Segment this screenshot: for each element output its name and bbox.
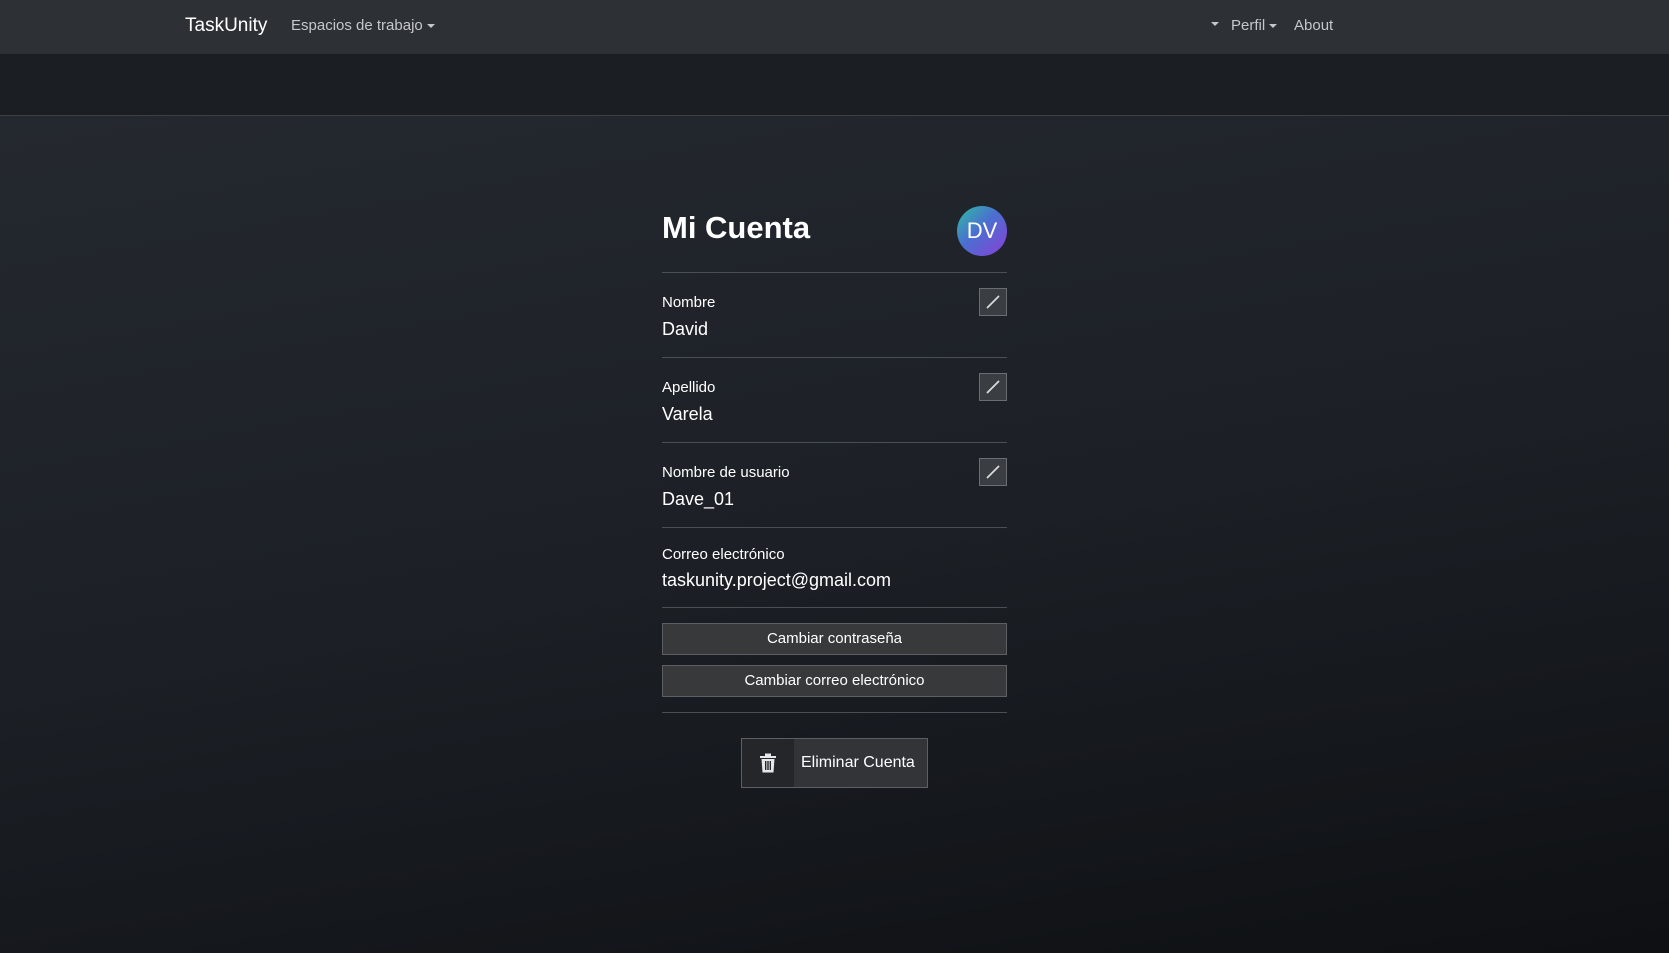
caret-down-icon xyxy=(426,23,435,28)
field-value: Varela xyxy=(662,404,713,424)
field-value: taskunity.project@gmail.com xyxy=(662,570,892,590)
delete-account-button[interactable]: Eliminar Cuenta xyxy=(741,738,928,788)
top-navbar: TaskUnity Espacios de trabajo Perfil Abo… xyxy=(0,0,1669,54)
pencil-icon xyxy=(986,380,1000,394)
account-card: Mi Cuenta DV Nombre David Apellido Varel… xyxy=(662,200,1007,788)
secondary-bar xyxy=(0,54,1669,116)
delete-account-wrapper: Eliminar Cuenta xyxy=(662,738,1007,788)
field-value: Dave_01 xyxy=(662,489,735,509)
field-last-name: Apellido Varela xyxy=(662,358,1007,443)
brand-logo[interactable]: TaskUnity xyxy=(185,15,267,37)
page-title: Mi Cuenta xyxy=(662,210,811,245)
unlabeled-dropdown[interactable] xyxy=(1207,22,1219,26)
pencil-icon xyxy=(986,465,1000,479)
avatar: DV xyxy=(957,206,1007,256)
change-email-button[interactable]: Cambiar correo electrónico xyxy=(662,665,1007,697)
account-actions: Cambiar contraseña Cambiar correo electr… xyxy=(662,608,1007,713)
workspaces-dropdown[interactable]: Espacios de trabajo xyxy=(291,17,435,34)
delete-icon-box xyxy=(742,739,794,787)
profile-dropdown[interactable]: Perfil xyxy=(1231,17,1278,34)
field-email: Correo electrónico taskunity.project@gma… xyxy=(662,528,1007,608)
field-label: Correo electrónico xyxy=(662,546,785,563)
field-label: Nombre de usuario xyxy=(662,464,790,481)
edit-first-name-button[interactable] xyxy=(979,288,1007,316)
edit-username-button[interactable] xyxy=(979,458,1007,486)
pencil-icon xyxy=(986,295,1000,309)
account-header: Mi Cuenta DV xyxy=(662,200,1007,273)
field-username: Nombre de usuario Dave_01 xyxy=(662,443,1007,528)
change-password-button[interactable]: Cambiar contraseña xyxy=(662,623,1007,655)
edit-last-name-button[interactable] xyxy=(979,373,1007,401)
caret-down-icon xyxy=(1211,22,1219,26)
caret-down-icon xyxy=(1269,23,1278,28)
field-label: Nombre xyxy=(662,294,716,311)
field-first-name: Nombre David xyxy=(662,273,1007,358)
trash-icon xyxy=(760,753,776,773)
delete-account-label: Eliminar Cuenta xyxy=(801,754,915,771)
workspaces-label: Espacios de trabajo xyxy=(291,17,423,34)
field-label: Apellido xyxy=(662,379,716,396)
profile-label: Perfil xyxy=(1231,17,1266,34)
field-value: David xyxy=(662,319,709,339)
about-link[interactable]: About xyxy=(1294,17,1333,34)
